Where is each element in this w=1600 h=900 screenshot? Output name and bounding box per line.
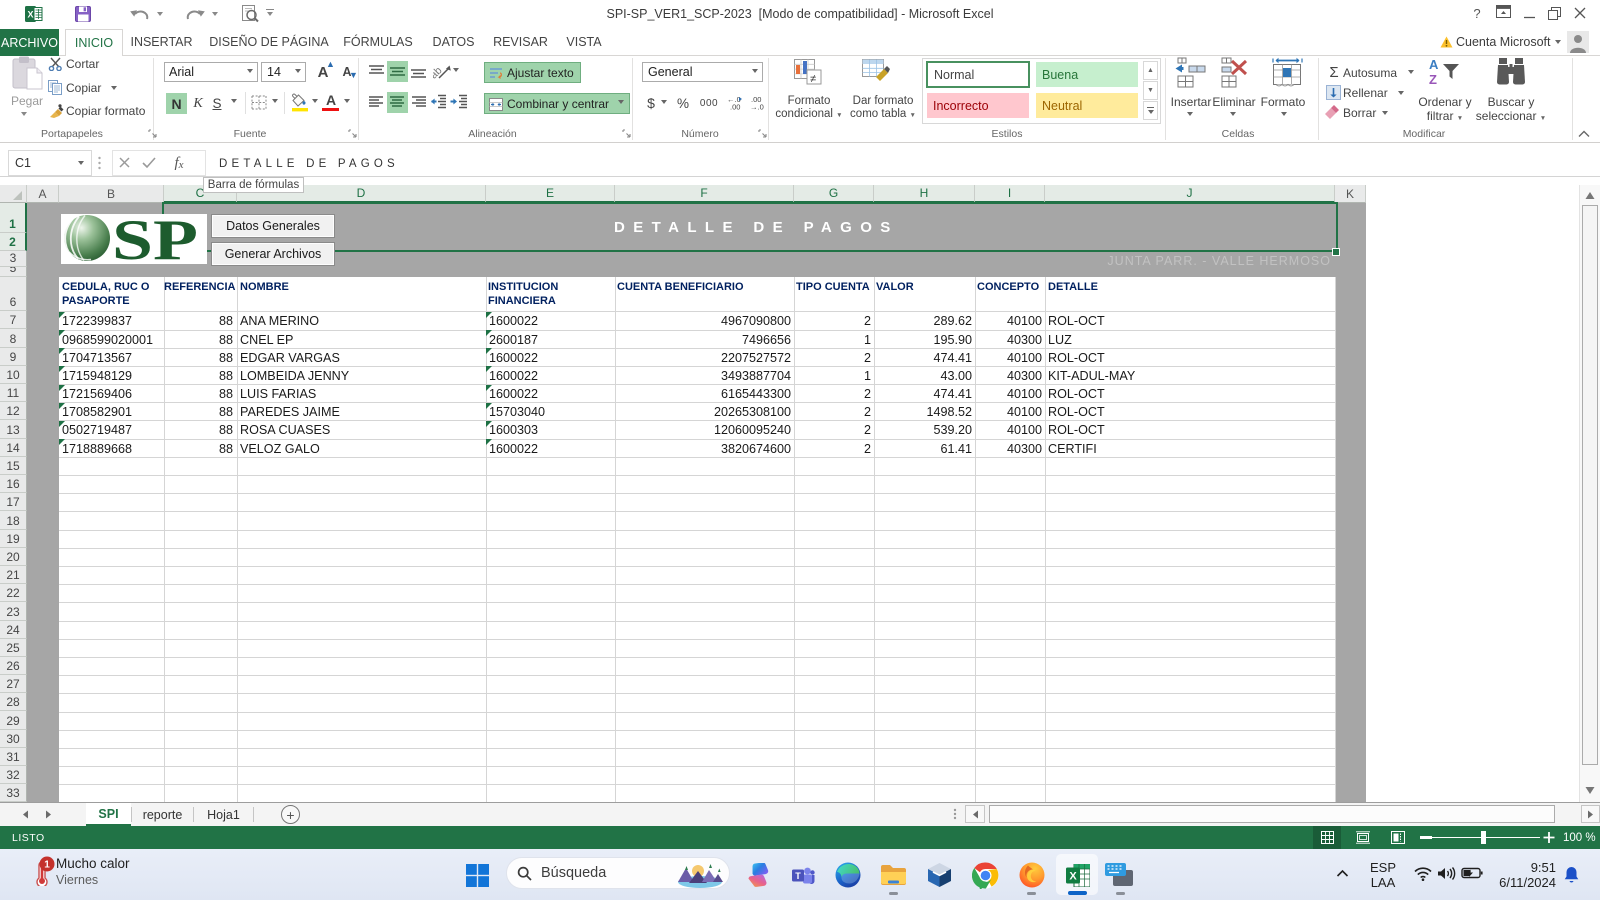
- svg-text:A: A: [1429, 57, 1439, 72]
- svg-text:1: 1: [44, 860, 50, 871]
- svg-text:≠: ≠: [810, 73, 816, 85]
- svg-text:X: X: [27, 10, 33, 20]
- svg-text:→.0: →.0: [750, 103, 764, 111]
- svg-text:X: X: [1069, 871, 1077, 883]
- svg-text:.00: .00: [730, 103, 740, 111]
- svg-text:ab: ab: [433, 65, 445, 81]
- svg-text:T: T: [795, 871, 801, 881]
- svg-text:Z: Z: [1429, 72, 1437, 86]
- svg-text:SP: SP: [112, 214, 198, 264]
